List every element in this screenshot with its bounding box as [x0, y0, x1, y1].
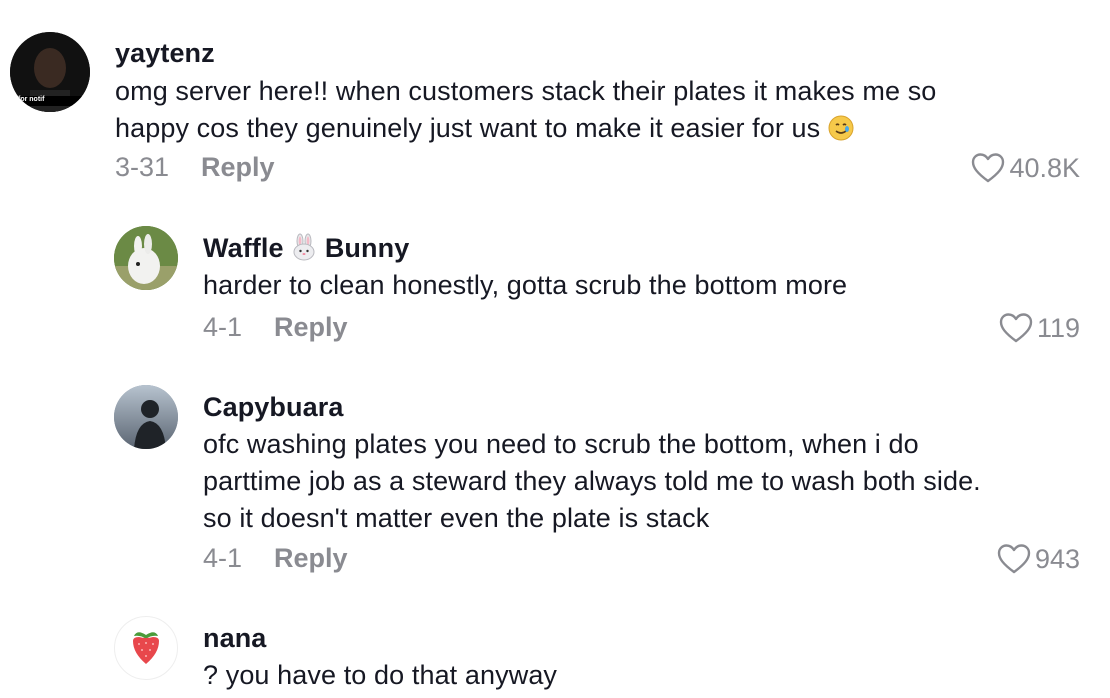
like-count: 119	[1036, 312, 1080, 343]
like-count: 40.8K	[1009, 152, 1080, 183]
like-button[interactable]: 943	[997, 543, 1080, 575]
avatar[interactable]	[114, 385, 178, 449]
comment-meta: 4-1 Reply	[203, 543, 348, 574]
comment-text: harder to clean honestly, gotta scrub th…	[203, 270, 848, 300]
strawberry-icon	[133, 632, 159, 664]
comment-text-line: so it doesn't matter even the plate is s…	[203, 503, 710, 533]
comment-text: omg server here!! when customers stack t…	[115, 73, 1075, 151]
comment-username[interactable]: yaytenz	[115, 38, 215, 69]
reply-button[interactable]: Reply	[274, 543, 348, 573]
comment-date: 4-1	[203, 543, 243, 573]
comment-meta: 3-31 Reply	[115, 152, 275, 183]
heart-icon	[972, 153, 1005, 183]
username-part: Waffle	[203, 233, 284, 263]
heart-icon	[999, 313, 1033, 343]
avatar[interactable]: for notif	[10, 32, 90, 112]
comment-text-line: happy cos they genuinely just want to ma…	[115, 110, 1075, 151]
comment-date: 3-31	[115, 152, 170, 182]
avatar-photo	[114, 226, 178, 290]
comment-username[interactable]: Waffle Bunny	[203, 233, 409, 268]
comment-text-line: omg server here!! when customers stack t…	[115, 76, 937, 106]
username-part: Bunny	[324, 233, 410, 263]
comment-username[interactable]: Capybuara	[203, 392, 343, 423]
comment-text: ? you have to do that anyway	[203, 660, 558, 690]
comment-text-line: ofc washing plates you need to scrub the…	[203, 429, 919, 459]
heart-icon	[997, 544, 1031, 574]
avatar-caption: for notif	[18, 96, 45, 103]
comment-username[interactable]: nana	[203, 623, 266, 654]
smiling-tear-emoji-icon	[828, 114, 854, 151]
reply-button[interactable]: Reply	[201, 152, 275, 182]
comment-meta: 4-1 Reply	[203, 312, 348, 343]
like-button[interactable]: 40.8K	[971, 152, 1080, 184]
like-button[interactable]: 119	[999, 312, 1080, 344]
comment-text: ofc washing plates you need to scrub the…	[203, 426, 1083, 537]
like-count: 943	[1034, 543, 1080, 574]
avatar-photo	[114, 385, 178, 449]
avatar[interactable]	[114, 226, 178, 290]
avatar[interactable]	[114, 616, 178, 680]
comment-text-line: parttime job as a steward they always to…	[203, 466, 981, 496]
rabbit-emoji-icon	[291, 233, 317, 268]
reply-button[interactable]: Reply	[274, 312, 348, 342]
comment-date: 4-1	[203, 312, 243, 342]
